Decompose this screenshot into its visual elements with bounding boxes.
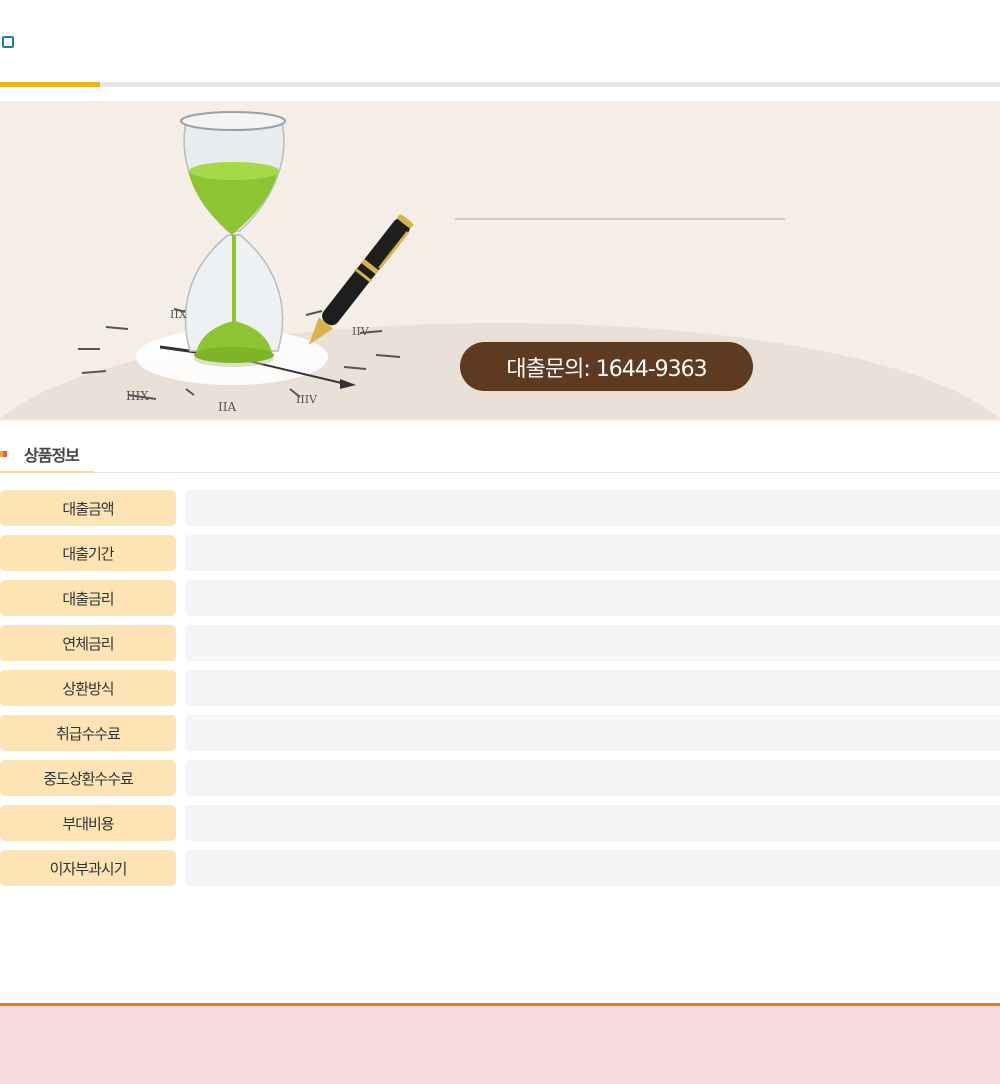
section-header: 상품정보 xyxy=(0,440,1000,473)
info-row: 부대비용 xyxy=(0,805,1000,841)
info-row-label: 중도상환수수료 xyxy=(0,760,176,796)
info-row-label: 대출기간 xyxy=(0,535,176,571)
info-row: 상환방식 xyxy=(0,670,1000,706)
info-row: 취급수수료 xyxy=(0,715,1000,751)
info-row-value xyxy=(185,670,1000,706)
info-row: 대출금리 xyxy=(0,580,1000,616)
clock-numeral: IIX xyxy=(170,308,187,321)
clock-numeral: IIIX xyxy=(126,389,149,403)
header-square-icon xyxy=(2,36,14,48)
info-row-value xyxy=(185,715,1000,751)
clock-numeral: IIA xyxy=(218,400,236,414)
info-row-label: 부대비용 xyxy=(0,805,176,841)
info-row-value xyxy=(185,625,1000,661)
info-row-label: 대출금액 xyxy=(0,490,176,526)
info-row-value xyxy=(185,580,1000,616)
info-row-label: 상환방식 xyxy=(0,670,176,706)
info-row-value xyxy=(185,850,1000,886)
section-bullet-icon xyxy=(0,451,7,457)
banner-divider xyxy=(455,218,785,220)
info-row-label: 연체금리 xyxy=(0,625,176,661)
info-row: 중도상환수수료 xyxy=(0,760,1000,796)
loan-inquiry-phone-button[interactable]: 대출문의: 1644-9363 xyxy=(460,342,753,391)
info-row-label: 대출금리 xyxy=(0,580,176,616)
info-row-label: 취급수수료 xyxy=(0,715,176,751)
hero-banner: IIX IIIX IIIV IIV IIA 대출문의: 1644-9363 xyxy=(0,101,1000,421)
section-title: 상품정보 xyxy=(24,446,80,465)
info-row: 이자부과시기 xyxy=(0,850,1000,886)
info-row: 대출기간 xyxy=(0,535,1000,571)
page-footer xyxy=(0,1003,1000,1084)
info-row-value xyxy=(185,535,1000,571)
loan-inquiry-phone-label: 대출문의: 1644-9363 xyxy=(506,356,707,382)
header-divider-accent xyxy=(0,82,100,87)
product-info-table: 대출금액 대출기간 대출금리 연체금리 상환방식 취급수수료 중도상환수수료 부… xyxy=(0,490,1000,895)
info-row-value xyxy=(185,490,1000,526)
section-title-underline xyxy=(0,471,93,473)
info-row: 대출금액 xyxy=(0,490,1000,526)
clock-numeral: IIV xyxy=(352,325,370,338)
info-row-value xyxy=(185,805,1000,841)
clock-numeral: IIIV xyxy=(296,393,318,406)
info-row: 연체금리 xyxy=(0,625,1000,661)
info-row-value xyxy=(185,760,1000,796)
info-row-label: 이자부과시기 xyxy=(0,850,176,886)
header-divider xyxy=(0,82,1000,87)
